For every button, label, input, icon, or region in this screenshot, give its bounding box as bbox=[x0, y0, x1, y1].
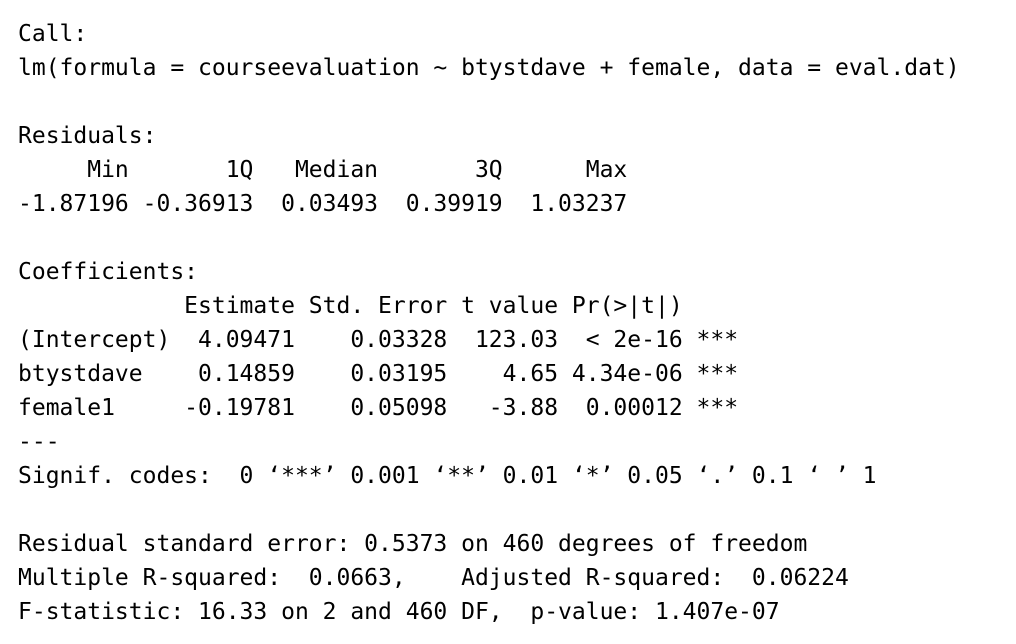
r-squared-line: Multiple R-squared: 0.0663, Adjusted R-s… bbox=[18, 565, 863, 591]
residual-standard-error: Residual standard error: 0.5373 on 460 d… bbox=[18, 531, 808, 557]
coefficient-row-intercept: (Intercept) 4.09471 0.03328 123.03 < 2e-… bbox=[18, 327, 739, 353]
coefficients-separator: --- bbox=[18, 429, 60, 455]
call-header: Call: bbox=[18, 21, 88, 47]
residuals-labels-row: Min 1Q Median 3Q Max bbox=[18, 157, 642, 183]
residuals-values-row: -1.87196 -0.36913 0.03493 0.39919 1.0323… bbox=[18, 191, 642, 217]
coefficient-row-female1: female1 -0.19781 0.05098 -3.88 0.00012 *… bbox=[18, 395, 739, 421]
signif-codes-legend: Signif. codes: 0 ‘***’ 0.001 ‘**’ 0.01 ‘… bbox=[18, 463, 877, 489]
coefficients-header: Coefficients: bbox=[18, 259, 199, 285]
coefficient-row-btystdave: btystdave 0.14859 0.03195 4.65 4.34e-06 … bbox=[18, 361, 739, 387]
coefficients-column-header: Estimate Std. Error t value Pr(>|t|) bbox=[18, 293, 739, 319]
call-formula: lm(formula = courseevaluation ~ btystdav… bbox=[18, 55, 960, 81]
r-console-output: Call: lm(formula = courseevaluation ~ bt… bbox=[0, 0, 1016, 644]
f-statistic-line: F-statistic: 16.33 on 2 and 460 DF, p-va… bbox=[18, 599, 780, 625]
residuals-header: Residuals: bbox=[18, 123, 157, 149]
